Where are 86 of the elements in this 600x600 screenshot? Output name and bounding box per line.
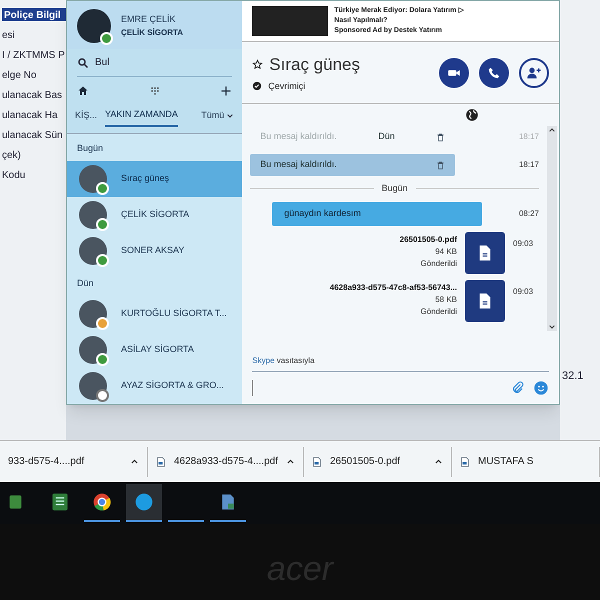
avatar: [79, 200, 107, 229]
via-label: Skype vasıtasıyla: [252, 355, 549, 372]
add-contact-button[interactable]: [519, 58, 549, 88]
contact-item[interactable]: Sıraç güneş: [67, 161, 242, 197]
avatar: [79, 300, 107, 328]
message-bubble: günaydın kardesım: [272, 202, 482, 226]
download-item[interactable]: MUSTAFA S: [452, 446, 600, 476]
download-item[interactable]: 4628a933-d575-4....pdf: [148, 446, 304, 476]
tab[interactable]: KİŞ...: [75, 106, 98, 126]
file-tile[interactable]: [465, 280, 505, 322]
chevron-down-icon: [548, 323, 556, 331]
sheet-icon: [50, 492, 70, 512]
avatar: [79, 336, 107, 364]
download-item[interactable]: 933-d575-4....pdf: [0, 446, 148, 476]
profile-company: ÇELİK SİGORTA: [121, 26, 184, 39]
contact-item[interactable]: AYAZ SİGORTA & GRO...: [67, 368, 242, 404]
tab[interactable]: YAKIN ZAMANDA: [105, 105, 178, 126]
caret-up-icon[interactable]: [434, 457, 443, 466]
day-label: Bugün: [382, 182, 408, 195]
avatar: [79, 236, 107, 265]
file-size: 58 KB: [435, 294, 457, 306]
contact-item[interactable]: ÇELİK SİGORTA: [67, 196, 242, 233]
dialpad-icon[interactable]: [150, 86, 160, 96]
background-text: ulanacak Bas: [2, 89, 64, 101]
background-text: ulanacak Ha: [2, 109, 59, 121]
home-icon[interactable]: [77, 85, 89, 97]
file-tile[interactable]: [465, 232, 505, 274]
day-label: Dün: [378, 130, 395, 144]
avatar: [79, 164, 107, 193]
contact-item[interactable]: SONER AKSAY: [67, 232, 242, 269]
status-text: Çevrimiçi: [268, 80, 306, 93]
add-person-icon: [526, 64, 542, 80]
search-icon: [77, 56, 89, 68]
message-time: 18:17: [518, 131, 539, 143]
paperclip-icon[interactable]: [511, 381, 525, 395]
caret-up-icon[interactable]: [286, 457, 295, 466]
background-text: Kodu: [2, 169, 26, 181]
globe-icon: [465, 108, 479, 122]
emoji-icon[interactable]: [533, 380, 549, 396]
trash-icon: [436, 160, 446, 170]
message-time: 08:27: [518, 208, 539, 220]
call-button[interactable]: [479, 58, 509, 88]
browser-icon: [92, 492, 112, 512]
background-text: elge No: [2, 69, 38, 81]
file-name[interactable]: 26501505-0.pdf: [400, 234, 457, 246]
section-label: Bugün: [76, 142, 104, 155]
background-text: ulanacak Sün: [2, 129, 64, 141]
contact-name: ASİLAY SİGORTA: [121, 343, 194, 356]
file-status: Gönderildi: [420, 306, 457, 318]
scrollbar[interactable]: [547, 126, 557, 331]
background-text: 32.1: [561, 368, 584, 384]
chevron-up-icon: [548, 126, 556, 134]
avatar: [77, 9, 111, 43]
file-status: Gönderildi: [420, 258, 457, 270]
background-text: çek): [2, 149, 22, 161]
background-text: esi: [2, 29, 16, 41]
contact-name: ÇELİK SİGORTA: [121, 208, 190, 222]
phone-icon: [487, 66, 501, 80]
star-icon[interactable]: [252, 59, 264, 70]
message-time: 18:17: [518, 159, 539, 171]
contact-item[interactable]: ASİLAY SİGORTA: [67, 332, 242, 368]
contact-title: Sıraç güneş: [269, 54, 360, 76]
contact-name: KURTOĞLU SİGORTA T...: [121, 307, 227, 320]
section-label: Dün: [76, 276, 95, 290]
video-call-button[interactable]: [439, 58, 469, 88]
contact-name: SONER AKSAY: [121, 244, 184, 258]
contact-name: AYAZ SİGORTA & GRO...: [121, 379, 224, 392]
contact-item[interactable]: KURTOĞLU SİGORTA T...: [67, 296, 242, 332]
caret-up-icon[interactable]: [130, 457, 139, 466]
chevron-down-icon: [226, 112, 234, 120]
background-text: Poliçe Bilgil: [2, 8, 66, 21]
file-size: 94 KB: [435, 246, 457, 258]
filter-dropdown[interactable]: Tümü: [201, 109, 234, 122]
profile-name: EMRE ÇELİK: [121, 13, 177, 26]
search-field[interactable]: Bul: [95, 55, 215, 70]
message-text: Bu mesaj kaldırıldı.: [260, 130, 337, 144]
check-circle-icon: [252, 81, 262, 92]
message-time: 09:03: [513, 286, 534, 298]
trash-icon: [436, 132, 446, 142]
background-text: I / ZKTMMS P: [2, 49, 66, 61]
message-text: Bu mesaj kaldırıldı.: [260, 158, 337, 172]
plus-icon[interactable]: [220, 85, 232, 97]
download-item[interactable]: 26501505-0.pdf: [304, 446, 452, 476]
message-time: 09:03: [513, 238, 534, 250]
contact-name: Sıraç güneş: [121, 172, 170, 186]
file-name[interactable]: 4628a933-d575-47c8-af53-56743...: [330, 282, 457, 294]
